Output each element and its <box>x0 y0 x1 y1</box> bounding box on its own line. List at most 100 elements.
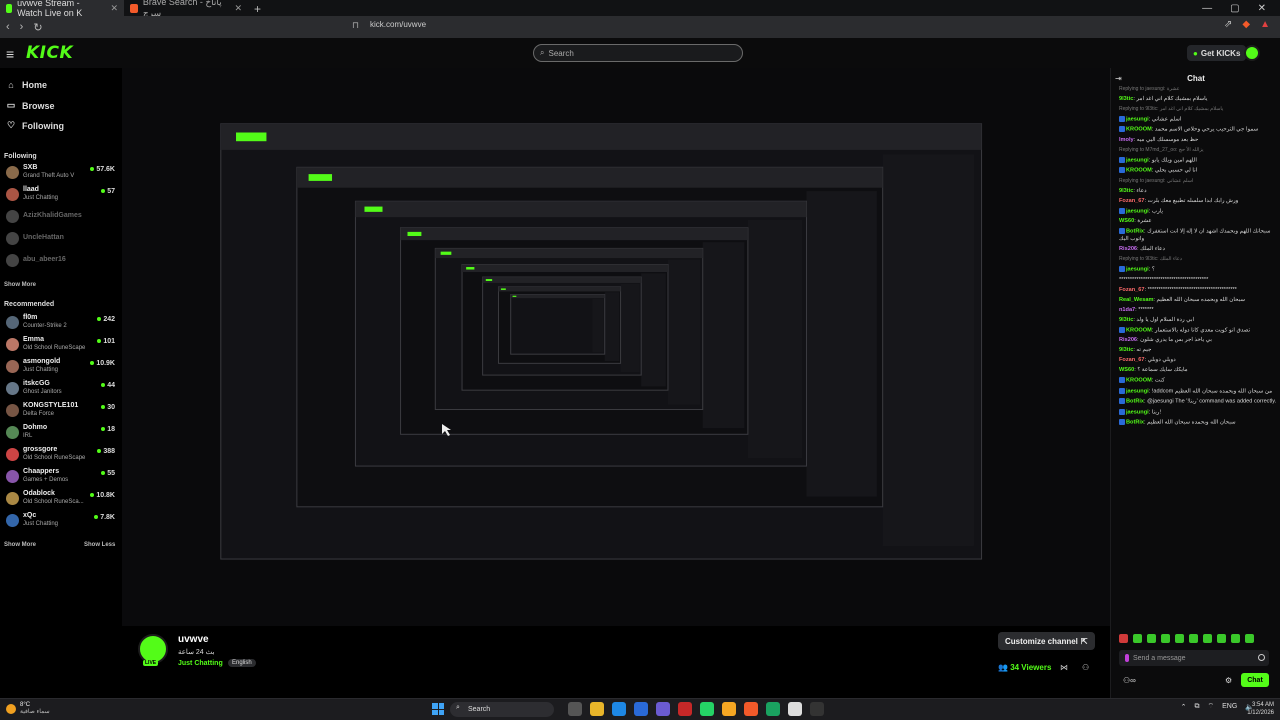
chat-message[interactable]: Replying to jaesungi: عشرة <box>1119 86 1277 94</box>
chat-username[interactable]: Fozan_67 <box>1119 357 1145 363</box>
search-input[interactable]: ⌕ Search <box>533 44 743 62</box>
chat-message[interactable]: jaesungi: يارب <box>1119 207 1277 216</box>
chat-username[interactable]: WS60 <box>1119 367 1134 373</box>
show-more-button[interactable]: Show More <box>4 542 36 548</box>
show-more-following-button[interactable]: Show More <box>4 282 36 288</box>
chat-username[interactable]: Fozan_67 <box>1119 198 1145 204</box>
emote-icon[interactable] <box>1175 634 1184 643</box>
chat-send-button[interactable]: Chat <box>1241 673 1269 687</box>
emote-icon[interactable] <box>1203 634 1212 643</box>
user-avatar[interactable] <box>1244 45 1260 61</box>
chat-message[interactable]: jaesungi: ربنا! <box>1119 408 1277 417</box>
chat-message[interactable]: WS60: عشرة <box>1119 218 1277 226</box>
maximize-icon[interactable]: ▢ <box>1230 3 1239 14</box>
edge-icon[interactable] <box>612 702 626 716</box>
sidebar-channel[interactable]: KONGSTYLE101 Delta Force 30 <box>6 402 118 422</box>
emote-icon[interactable] <box>1245 634 1254 643</box>
close-icon[interactable]: ✕ <box>110 3 118 14</box>
sidebar-channel[interactable]: AzizKhalidGames <box>6 208 118 228</box>
chat-message[interactable]: 9l3tic: ابي ردة السلام اول يا ولد <box>1119 317 1277 325</box>
bookmark-icon[interactable]: ⊓ <box>352 20 359 31</box>
get-kicks-button[interactable]: ● Get KICKs <box>1187 45 1247 61</box>
sidebar-item-home[interactable]: ⌂ Home <box>6 80 47 90</box>
stream-category[interactable]: Just Chatting <box>178 660 223 667</box>
chat-username[interactable]: BotRix <box>1126 229 1144 235</box>
sidebar-channel[interactable]: SXB Grand Theft Auto V 57.6K <box>6 164 118 184</box>
forward-icon[interactable]: › <box>20 21 24 33</box>
chat-message[interactable]: jaesungi: ؟ <box>1119 266 1277 274</box>
brave-rewards-icon[interactable]: ▲ <box>1260 19 1270 30</box>
chat-message[interactable]: Replying to 9l3tic: ياسلام بمشيك كلام ان… <box>1119 106 1277 114</box>
chat-message[interactable]: Replying to jaesungi: اسلم عشاني <box>1119 178 1277 186</box>
chat-username[interactable]: WS60 <box>1119 218 1134 224</box>
chat-message[interactable]: jaesungi: اللهم امين ويلك يابو <box>1119 156 1277 165</box>
sidebar-item-browse[interactable]: ▭ Browse <box>6 100 55 111</box>
browser-tab[interactable]: Brave Search - پاناخ سرچ ✕ <box>124 0 248 18</box>
chat-message[interactable]: 9l3tic: دعاء <box>1119 188 1277 196</box>
chat-message[interactable]: BotRix: @jaesungi The '!ربنا' command wa… <box>1119 398 1277 406</box>
back-icon[interactable]: ‹ <box>6 21 10 33</box>
chat-message[interactable]: KROOOM: كنت <box>1119 377 1277 385</box>
system-clock[interactable]: 3:54 AM 1/12/2026 <box>1247 701 1274 717</box>
chat-message[interactable]: KROOOM: تصدق انو كويت معدي كانا دوله بال… <box>1119 326 1277 335</box>
sidebar-channel[interactable]: grossgore Old School RuneScape 388 <box>6 446 118 466</box>
chat-username[interactable]: Fozan_67 <box>1119 287 1145 293</box>
browser-tab-active[interactable]: uvwve Stream - Watch Live on K ✕ <box>0 0 124 18</box>
sidebar-channel[interactable]: itskcGG Ghost Janitors 44 <box>6 380 118 400</box>
emote-icon[interactable] <box>1119 634 1128 643</box>
share-icon[interactable]: ⋈ <box>1060 663 1068 672</box>
share-icon[interactable]: ⇗ <box>1224 19 1232 30</box>
sidebar-channel[interactable]: Chaappers Games + Demos 55 <box>6 468 118 488</box>
address-input[interactable]: kick.com/uvwve <box>370 20 426 29</box>
chat-message[interactable]: ****************************************… <box>1119 277 1277 285</box>
chat-message[interactable]: Replying to M7md_27_oo: يزالله الأ حج <box>1119 147 1277 155</box>
emote-icon[interactable] <box>1147 634 1156 643</box>
lang-indicator[interactable]: ENG <box>1222 703 1237 710</box>
kick-logo[interactable]: KICK <box>26 43 73 63</box>
chat-message[interactable]: 9l3tic: ياسلام بمشيك كلام اني اغد امر <box>1119 96 1277 104</box>
reload-icon[interactable]: ↻ <box>33 21 42 34</box>
chat-message[interactable]: KROOOM: سموا جي الترحيب يرحي وحلاص الاسم… <box>1119 126 1277 134</box>
chat-username[interactable]: Ris206 <box>1119 337 1137 343</box>
chat-message-input[interactable]: Send a message <box>1119 650 1269 666</box>
language-tag[interactable]: English <box>228 659 256 667</box>
sidebar-channel[interactable]: llaad Just Chatting 57 <box>6 186 118 206</box>
chat-username[interactable]: lmoly <box>1119 137 1134 143</box>
emote-icon[interactable] <box>1189 634 1198 643</box>
chat-users-icon[interactable]: ⚇∞ <box>1123 676 1136 685</box>
chat-username[interactable]: Ris206 <box>1119 246 1137 252</box>
chat-username[interactable]: jaesungi <box>1126 208 1149 214</box>
chat-username[interactable]: KROOOM <box>1126 168 1152 174</box>
chat-username[interactable]: KROOOM <box>1126 378 1152 384</box>
new-tab-button[interactable]: + <box>248 2 267 16</box>
emote-icon[interactable] <box>1133 634 1142 643</box>
chat-message[interactable]: Fozan_67: ورش رابك ابدا سلسله تطبيع معك … <box>1119 198 1277 206</box>
chat-message[interactable]: Real_Wesam: سبحان الله وبحمده سبحان الله… <box>1119 297 1277 305</box>
sidebar-channel[interactable]: Emma Old School RuneScape 101 <box>6 336 118 356</box>
emoji-icon[interactable] <box>1258 654 1265 661</box>
close-window-icon[interactable]: ✕ <box>1258 3 1266 14</box>
show-less-button[interactable]: Show Less <box>84 542 115 548</box>
sidebar-channel[interactable]: Odablock Old School RuneSca... 10.8K <box>6 490 118 510</box>
app-icon[interactable] <box>766 702 780 716</box>
chat-message[interactable]: KROOOM: انا لي حسبي بحلي <box>1119 167 1277 175</box>
sidebar-channel[interactable]: xQc Just Chatting 7.8K <box>6 512 118 532</box>
chat-username[interactable]: n1da7 <box>1119 307 1135 313</box>
chat-username[interactable]: 9l3tic <box>1119 96 1133 102</box>
chat-messages[interactable]: Replying to jaesungi: عشرة 9l3tic: ياسلام… <box>1119 86 1277 634</box>
chat-message[interactable]: BotRix: سبحانك اللهم وبحمدك اشهد ان لا إ… <box>1119 228 1277 243</box>
brave-icon[interactable] <box>744 702 758 716</box>
discord-icon[interactable] <box>656 702 670 716</box>
terminal-icon[interactable] <box>810 702 824 716</box>
streamer-name[interactable]: uvwve <box>178 634 209 645</box>
chat-message[interactable]: Ris206: بي ياخذ اجر بس ما يدري شلون <box>1119 337 1277 345</box>
outlook-icon[interactable] <box>634 702 648 716</box>
chat-username[interactable]: jaesungi <box>1126 409 1149 415</box>
add-user-icon[interactable]: ⚇ <box>1082 663 1089 672</box>
whatsapp-icon[interactable] <box>700 702 714 716</box>
chat-message[interactable]: n1da7: ******* <box>1119 307 1277 315</box>
close-icon[interactable]: ✕ <box>234 3 242 14</box>
network-icon[interactable]: ⧉ <box>1195 703 1200 711</box>
brave-shield-icon[interactable]: ◆ <box>1242 19 1250 30</box>
sidebar-channel[interactable]: abu_abeer16 <box>6 252 118 272</box>
